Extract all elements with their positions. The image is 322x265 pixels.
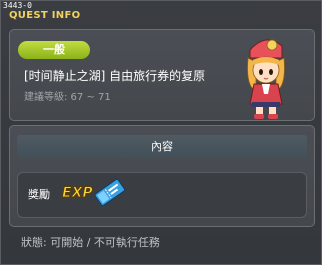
quest-category-badge: 一般 [18, 41, 90, 59]
reward-label: 獎勵 [28, 188, 50, 201]
free-travel-ticket-icon[interactable] [92, 175, 126, 211]
reward-box: 獎勵 EXP [17, 172, 307, 218]
window-title: QUEST INFO [9, 10, 81, 21]
content-header: 內容 [17, 135, 307, 158]
quest-info-window: 3443-0 QUEST INFO 一般 [时间静止之湖] 自由旅行券的复原 建… [0, 0, 322, 265]
quest-name: [时间静止之湖] 自由旅行券的复原 [24, 69, 206, 83]
quest-content-panel: 內容 獎勵 EXP [9, 125, 315, 227]
quest-status: 狀態: 可開始 / 不可執行任務 [21, 236, 160, 249]
exp-reward-icon[interactable]: EXP [62, 182, 94, 206]
npc-portrait [247, 39, 285, 119]
quest-summary-panel: 一般 [时间静止之湖] 自由旅行券的复原 建議等級: 67 ~ 71 [9, 29, 315, 121]
exp-text: EXP [62, 185, 94, 202]
recommended-level: 建議等級: 67 ~ 71 [24, 92, 111, 103]
